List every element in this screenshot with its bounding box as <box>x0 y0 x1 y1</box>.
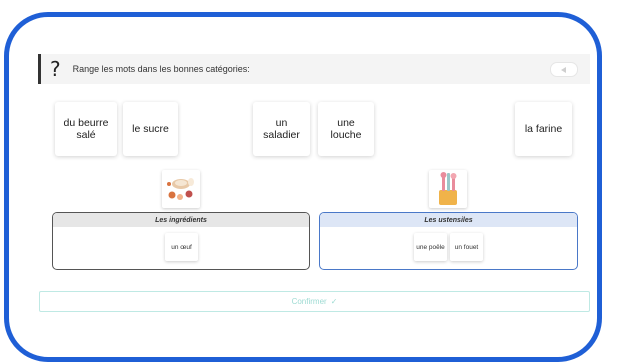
word-card[interactable]: une louche <box>318 102 374 156</box>
placed-word-chip[interactable]: un œuf <box>165 233 198 261</box>
check-icon: ✓ <box>330 297 338 306</box>
utensils-icon <box>439 172 457 205</box>
category-title: Les ustensiles <box>320 213 577 227</box>
word-label: un saladier <box>263 116 300 141</box>
question-mark-icon: ? <box>50 57 61 81</box>
word-card[interactable]: du beurre salé <box>55 102 117 156</box>
word-card[interactable]: un saladier <box>253 102 310 156</box>
category-title: Les ingrédients <box>53 213 309 227</box>
ingredients-image <box>162 170 200 208</box>
word-card[interactable]: la farine <box>515 102 572 156</box>
placed-word-chip[interactable]: un fouet <box>450 233 483 261</box>
confirm-label: Confirmer <box>291 297 327 306</box>
word-label: la farine <box>524 122 563 135</box>
word-label: du beurre salé <box>63 116 109 141</box>
utensils-image <box>429 170 467 208</box>
ingredients-dropzone[interactable]: Les ingrédients un œuf <box>52 212 310 270</box>
question-bar: ? Range les mots dans les bonnes catégor… <box>38 54 590 84</box>
question-text: Range les mots dans les bonnes catégorie… <box>72 64 250 74</box>
placed-word-chip[interactable]: une poêle <box>414 233 447 261</box>
confirm-button[interactable]: Confirmer ✓ <box>39 291 590 312</box>
word-label: le sucre <box>132 122 169 135</box>
word-label: une louche <box>330 116 362 141</box>
word-card[interactable]: le sucre <box>123 102 178 156</box>
speaker-play-icon <box>561 66 566 73</box>
ingredients-icon <box>167 178 194 200</box>
audio-button[interactable] <box>550 62 578 77</box>
utensils-dropzone[interactable]: Les ustensiles une poêle un fouet <box>319 212 578 270</box>
